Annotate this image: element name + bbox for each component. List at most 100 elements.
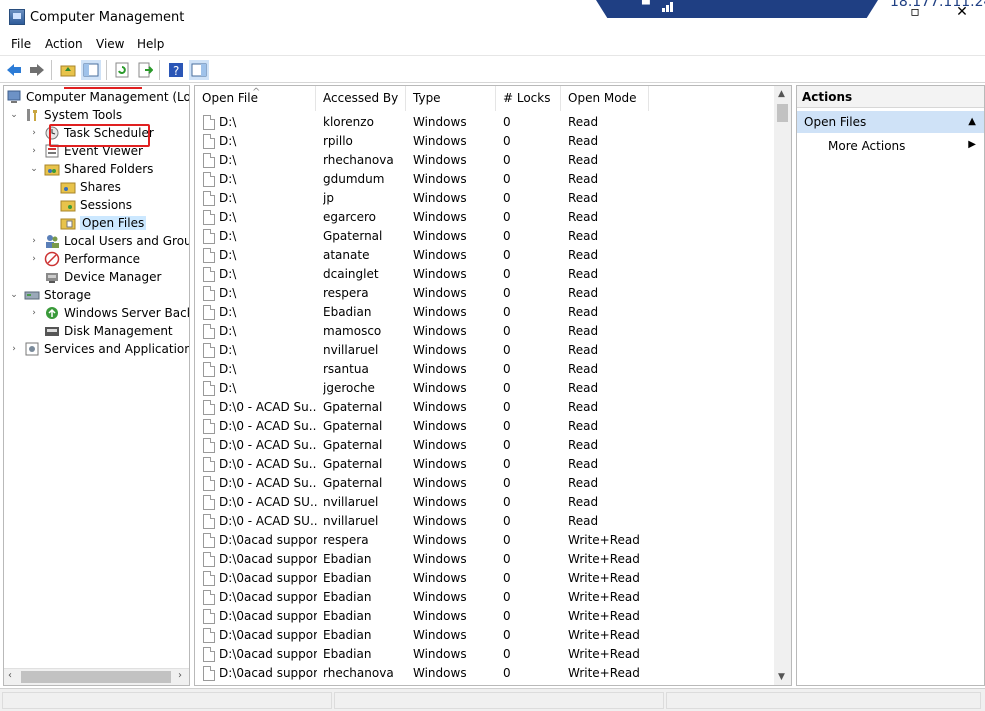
- chevron-down-icon[interactable]: ⌄: [8, 109, 20, 121]
- action-pane-icon[interactable]: [189, 60, 209, 80]
- actions-group-open-files[interactable]: Open Files ▲: [797, 111, 984, 133]
- tree-item-local-users[interactable]: › Local Users and Groups: [28, 232, 189, 250]
- pin-icon[interactable]: ▀: [642, 1, 652, 11]
- cell-locks: 0: [503, 495, 511, 509]
- backup-icon: [44, 305, 60, 321]
- tree-item-open-files[interactable]: Open Files: [60, 214, 147, 232]
- cell-type: Windows: [413, 362, 467, 376]
- table-row[interactable]: D:\0 - ACAD Su... Gpaternal Windows 0 Read: [195, 455, 775, 474]
- table-row[interactable]: D:\ egarcero Windows 0 Read: [195, 208, 775, 227]
- tree-item-windows-server-backup[interactable]: › Windows Server Backup: [28, 304, 189, 322]
- table-row[interactable]: D:\ rsantua Windows 0 Read: [195, 360, 775, 379]
- table-row[interactable]: D:\0acad suppor... Ebadian Windows 0 Write+R…: [195, 607, 775, 626]
- collapse-up-icon[interactable]: ▲: [968, 111, 976, 133]
- table-row[interactable]: D:\0acad suppor... Ebadian Windows 0 Write+R…: [195, 645, 775, 664]
- menu-help[interactable]: Help: [137, 37, 164, 51]
- column-open-file[interactable]: Open File ^: [195, 86, 316, 111]
- table-row[interactable]: D:\ respera Windows 0 Read: [195, 284, 775, 303]
- table-row[interactable]: D:\ gdumdum Windows 0 Read: [195, 170, 775, 189]
- help-icon[interactable]: ?: [166, 60, 186, 80]
- table-row[interactable]: D:\ jp Windows 0 Read: [195, 189, 775, 208]
- tree-horizontal-scrollbar[interactable]: ‹ ›: [4, 668, 189, 685]
- cell-accessed-by: Ebadian: [323, 609, 372, 623]
- cell-locks: 0: [503, 400, 511, 414]
- table-row[interactable]: D:\0acad suppor... Ebadian Windows 0 Write+R…: [195, 588, 775, 607]
- table-row[interactable]: D:\0 - ACAD SU... nvillaruel Windows 0 Read: [195, 493, 775, 512]
- table-row[interactable]: D:\0acad suppor... Ebadian Windows 0 Write+R…: [195, 626, 775, 645]
- refresh-icon[interactable]: [112, 60, 132, 80]
- cell-locks: 0: [503, 457, 511, 471]
- table-row[interactable]: D:\ atanate Windows 0 Read: [195, 246, 775, 265]
- scrollbar-thumb[interactable]: [777, 104, 788, 122]
- tree-item-storage[interactable]: ⌄ Storage: [8, 286, 91, 304]
- table-row[interactable]: D:\0acad suppor... Ebadian Windows 0 Write+R…: [195, 550, 775, 569]
- chevron-right-icon[interactable]: ›: [8, 343, 20, 355]
- toolbar: ?: [0, 55, 985, 83]
- file-icon: [203, 495, 215, 510]
- file-icon: [203, 647, 215, 662]
- chevron-right-icon[interactable]: ›: [28, 145, 40, 157]
- chevron-right-icon[interactable]: ›: [28, 127, 40, 139]
- tree-item-system-tools[interactable]: ⌄ System Tools: [8, 106, 122, 124]
- table-row[interactable]: D:\ dcainglet Windows 0 Read: [195, 265, 775, 284]
- chevron-down-icon[interactable]: ⌄: [8, 289, 20, 301]
- tree-item-device-manager[interactable]: Device Manager: [44, 268, 161, 286]
- cell-open-mode: Read: [568, 115, 599, 129]
- table-row[interactable]: D:\ Ebadian Windows 0 Read: [195, 303, 775, 322]
- chevron-right-icon[interactable]: ›: [28, 253, 40, 265]
- table-row[interactable]: D:\0 - ACAD Su... Gpaternal Windows 0 Read: [195, 474, 775, 493]
- cell-type: Windows: [413, 609, 467, 623]
- chevron-right-icon[interactable]: ›: [28, 235, 40, 247]
- table-row[interactable]: D:\0 - ACAD Su... Gpaternal Windows 0 Read: [195, 398, 775, 417]
- menu-action[interactable]: Action: [45, 37, 83, 51]
- export-list-icon[interactable]: [135, 60, 155, 80]
- column-accessed-by[interactable]: Accessed By: [316, 86, 406, 111]
- menu-view[interactable]: View: [96, 37, 124, 51]
- arrow-right-icon[interactable]: [27, 60, 47, 80]
- chevron-left-icon[interactable]: ‹: [8, 670, 12, 681]
- table-row[interactable]: D:\ mamosco Windows 0 Read: [195, 322, 775, 341]
- tree-item-shared-folders[interactable]: ⌄ Shared Folders: [28, 160, 153, 178]
- tree-item-disk-management[interactable]: Disk Management: [44, 322, 173, 340]
- table-row[interactable]: D:\ nvillaruel Windows 0 Read: [195, 341, 775, 360]
- chevron-down-icon[interactable]: ▼: [778, 672, 785, 682]
- tree-item-sessions[interactable]: Sessions: [60, 196, 132, 214]
- table-row[interactable]: D:\ Gpaternal Windows 0 Read: [195, 227, 775, 246]
- column-open-mode[interactable]: Open Mode: [561, 86, 649, 111]
- list-vertical-scrollbar[interactable]: ▲ ▼: [774, 86, 791, 685]
- chevron-down-icon[interactable]: ⌄: [28, 163, 40, 175]
- more-actions-item[interactable]: More Actions: [828, 139, 905, 153]
- folder-up-icon[interactable]: [58, 60, 78, 80]
- tree-item-services[interactable]: › Services and Applications: [8, 340, 189, 358]
- table-row[interactable]: D:\0acad suppor... Ebadian Windows 0 Write+R…: [195, 569, 775, 588]
- cell-open-mode: Read: [568, 324, 599, 338]
- table-row[interactable]: D:\0 - ACAD Su... Gpaternal Windows 0 Read: [195, 417, 775, 436]
- tree-item-root[interactable]: Computer Management (Local): [6, 88, 189, 106]
- table-row[interactable]: D:\ jgeroche Windows 0 Read: [195, 379, 775, 398]
- chevron-right-icon[interactable]: ›: [28, 307, 40, 319]
- cell-open-file: D:\0 - ACAD Su...: [219, 400, 317, 414]
- table-row[interactable]: D:\0 - ACAD SU... nvillaruel Windows 0 Read: [195, 512, 775, 531]
- tree-item-shares[interactable]: Shares: [60, 178, 121, 196]
- table-row[interactable]: D:\0 - ACAD Su... Gpaternal Windows 0 Read: [195, 436, 775, 455]
- scrollbar-thumb[interactable]: [21, 671, 171, 683]
- table-row[interactable]: D:\ klorenzo Windows 0 Read: [195, 113, 775, 132]
- close-button[interactable]: ✕: [952, 4, 972, 20]
- table-row[interactable]: D:\ rhechanova Windows 0 Read: [195, 151, 775, 170]
- arrow-left-icon[interactable]: [4, 60, 24, 80]
- tree-item-performance[interactable]: › Performance: [28, 250, 140, 268]
- column-type[interactable]: Type: [406, 86, 496, 111]
- restore-button[interactable]: ▫: [905, 4, 925, 20]
- table-row[interactable]: D:\ rpillo Windows 0 Read: [195, 132, 775, 151]
- table-row[interactable]: D:\0acad suppor... respera Windows 0 Write+R…: [195, 531, 775, 550]
- chevron-up-icon[interactable]: ▲: [778, 89, 785, 99]
- cell-open-mode: Read: [568, 476, 599, 490]
- table-row[interactable]: D:\0acad suppor... rhechanova Windows 0 Writ…: [195, 664, 775, 683]
- menu-file[interactable]: File: [11, 37, 31, 51]
- chevron-right-icon[interactable]: ›: [178, 670, 182, 681]
- column-locks[interactable]: # Locks: [496, 86, 561, 111]
- console-tree-icon[interactable]: [81, 60, 101, 80]
- cell-locks: 0: [503, 590, 511, 604]
- cell-locks: 0: [503, 324, 511, 338]
- connection-signal-icon: [662, 1, 680, 12]
